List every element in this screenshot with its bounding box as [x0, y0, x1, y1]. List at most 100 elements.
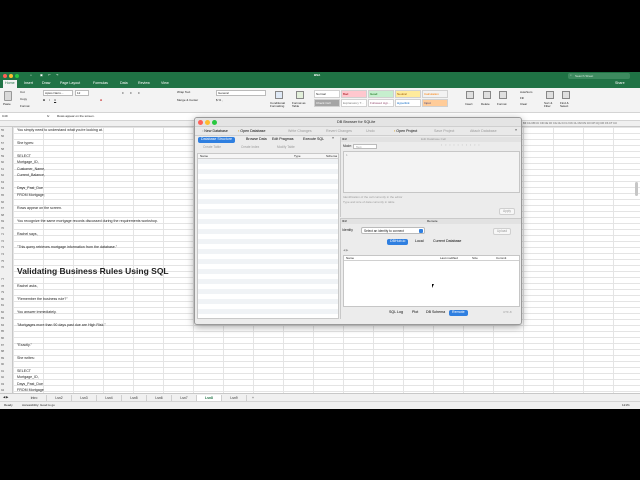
currency-icon[interactable]: $ % , — [216, 99, 223, 102]
row-number[interactable]: 67 — [1, 207, 4, 210]
paste-icon[interactable] — [4, 91, 12, 101]
row-number[interactable]: 73 — [1, 246, 4, 249]
cell-text[interactable]: She writes: — [17, 356, 35, 361]
font-size-select[interactable]: 12 — [75, 90, 89, 96]
row-number[interactable]: 64 — [1, 187, 4, 190]
row-number[interactable]: 75 — [1, 259, 4, 263]
row-number[interactable]: 77 — [1, 278, 4, 281]
upload-button[interactable]: Upload — [493, 228, 512, 236]
search-input[interactable]: ⌕ Search Sheet — [568, 73, 630, 79]
cell-style-9[interactable]: Hyperlink — [395, 99, 421, 107]
row-number[interactable]: 91 — [1, 369, 4, 373]
save-project-button[interactable]: Save Project — [431, 129, 457, 135]
undo-icon[interactable]: ↶ — [48, 74, 51, 77]
mode-select[interactable]: Text — [353, 144, 377, 149]
row-number[interactable]: 66 — [1, 200, 4, 204]
sort-filter-button[interactable]: Sort & Filter — [544, 101, 558, 109]
home-icon[interactable]: ⌂ — [30, 74, 32, 77]
vertical-scrollbar[interactable] — [635, 182, 638, 196]
tab-review[interactable]: Review — [138, 81, 150, 85]
modify-table-button[interactable]: Modify Table — [277, 145, 295, 149]
cell-style-4[interactable]: Neutral — [395, 90, 421, 98]
cell-text[interactable]: Current_Balance, — [17, 174, 45, 178]
redo-icon[interactable]: ↷ — [56, 74, 59, 77]
db-close-dot[interactable] — [198, 120, 203, 125]
schema-tree[interactable]: Name Type Schema — [197, 153, 339, 319]
db-tab[interactable]: Edit Pragmas — [269, 137, 297, 143]
row-number[interactable]: 81 — [1, 304, 4, 307]
cell-style-5[interactable]: Calculation — [422, 90, 448, 98]
dock-tab[interactable]: Remote — [449, 310, 468, 316]
open-database-button[interactable]: ▪ Open Database — [235, 129, 268, 135]
clear-button[interactable]: Clear — [520, 103, 527, 106]
cell-text[interactable]: Mortgage_ID, — [17, 376, 39, 380]
tab-insert[interactable]: Insert — [24, 81, 33, 85]
row-number[interactable]: 87 — [1, 343, 4, 347]
dock-tab[interactable]: SQL Log — [386, 310, 406, 316]
font-color-button[interactable]: A — [100, 99, 102, 102]
row-number[interactable]: 76 — [1, 266, 4, 269]
row-number[interactable]: 93 — [1, 383, 4, 386]
create-table-button[interactable]: Create Table — [203, 145, 221, 149]
db-minimize-dot[interactable] — [205, 120, 210, 125]
cell-text[interactable]: Days_Past_Due — [17, 187, 43, 191]
remote-tab[interactable]: DBHub.io — [387, 239, 409, 245]
row-number[interactable]: 56 — [1, 135, 4, 138]
find-select-button[interactable]: Find & Select — [560, 101, 574, 109]
cell-text[interactable]: Rows appear on the screen. — [17, 206, 62, 211]
row-number[interactable]: 62 — [1, 174, 4, 177]
format-cells-button[interactable]: Format — [497, 103, 507, 106]
cell-text[interactable]: SELECT — [17, 369, 31, 374]
dock-tab[interactable]: Plot — [409, 310, 421, 316]
tab-draw[interactable]: Draw — [42, 81, 50, 85]
find-select-icon[interactable] — [562, 91, 570, 99]
revert-changes-button[interactable]: Revert Changes — [323, 129, 355, 135]
underline-button[interactable]: U — [54, 99, 56, 102]
fill-button[interactable]: Fill — [520, 97, 524, 100]
tab-data[interactable]: Data — [120, 81, 128, 85]
cell-style-2[interactable]: Bad — [341, 90, 367, 98]
row-number[interactable]: 84 — [1, 324, 4, 327]
row-number[interactable]: 71 — [1, 233, 4, 236]
row-number[interactable]: 86 — [1, 337, 4, 340]
copy-button[interactable]: Copy — [20, 98, 27, 101]
row-number[interactable]: 59 — [1, 154, 4, 158]
edit-cell-tools-icon[interactable]: ▫ ▫ ▫ ▫ ▫ ▫ ▫ ▫ ▫ ▫ — [441, 143, 481, 147]
row-number[interactable]: 58 — [1, 148, 4, 151]
row-number[interactable]: 80 — [1, 297, 4, 301]
attach-database-button[interactable]: Attach Database — [467, 129, 500, 135]
delete-cells-icon[interactable] — [483, 91, 491, 99]
cell-editor[interactable]: 1 — [343, 151, 520, 193]
cell-text[interactable]: "This query retrieves mortgage informati… — [17, 246, 117, 250]
row-number[interactable]: 63 — [1, 181, 4, 184]
italic-button[interactable]: I — [49, 99, 50, 102]
row-number[interactable]: 88 — [1, 350, 4, 353]
db-tab[interactable]: Database Structure — [198, 137, 235, 143]
sheet-nav-icon[interactable]: ◀ ▶ — [3, 396, 8, 399]
cell-style-8[interactable]: Followed Hyp... — [368, 99, 394, 107]
font-name-select[interactable]: Aptos Narro... — [43, 90, 73, 96]
open-project-button[interactable]: ▪ Open Project — [391, 129, 420, 135]
tabs-overflow-icon[interactable]: » — [332, 136, 334, 141]
bold-button[interactable]: B — [43, 99, 45, 102]
align-center-icon[interactable]: ≡ — [130, 92, 132, 95]
tab-home[interactable]: Home — [3, 80, 17, 88]
row-number[interactable]: 90 — [1, 363, 4, 366]
section-heading[interactable]: Validating Business Rules Using SQL — [17, 267, 169, 276]
row-number[interactable]: 57 — [1, 141, 4, 145]
row-number[interactable]: 70 — [1, 226, 4, 230]
merge-center-button[interactable]: Merge & Center — [177, 99, 198, 102]
row-number[interactable]: 55 — [1, 128, 4, 132]
sort-filter-icon[interactable] — [546, 91, 554, 99]
undo-button[interactable]: Undo — [363, 129, 378, 135]
row-number[interactable]: 68 — [1, 213, 4, 217]
align-right-icon[interactable]: ≡ — [138, 92, 140, 95]
new-database-button[interactable]: ▫ New Database — [199, 129, 231, 135]
cell-style-1[interactable]: Normal — [314, 90, 340, 98]
tab-formulas[interactable]: Formulas — [93, 81, 108, 85]
accessibility-status[interactable]: Accessibility: Good to go — [22, 404, 55, 407]
db-tab[interactable]: Execute SQL — [300, 137, 327, 143]
toolbar-overflow-icon[interactable]: » — [515, 128, 517, 133]
close-dot[interactable] — [3, 74, 7, 78]
pane-close-icon[interactable]: ⊗⊘ — [342, 137, 347, 141]
